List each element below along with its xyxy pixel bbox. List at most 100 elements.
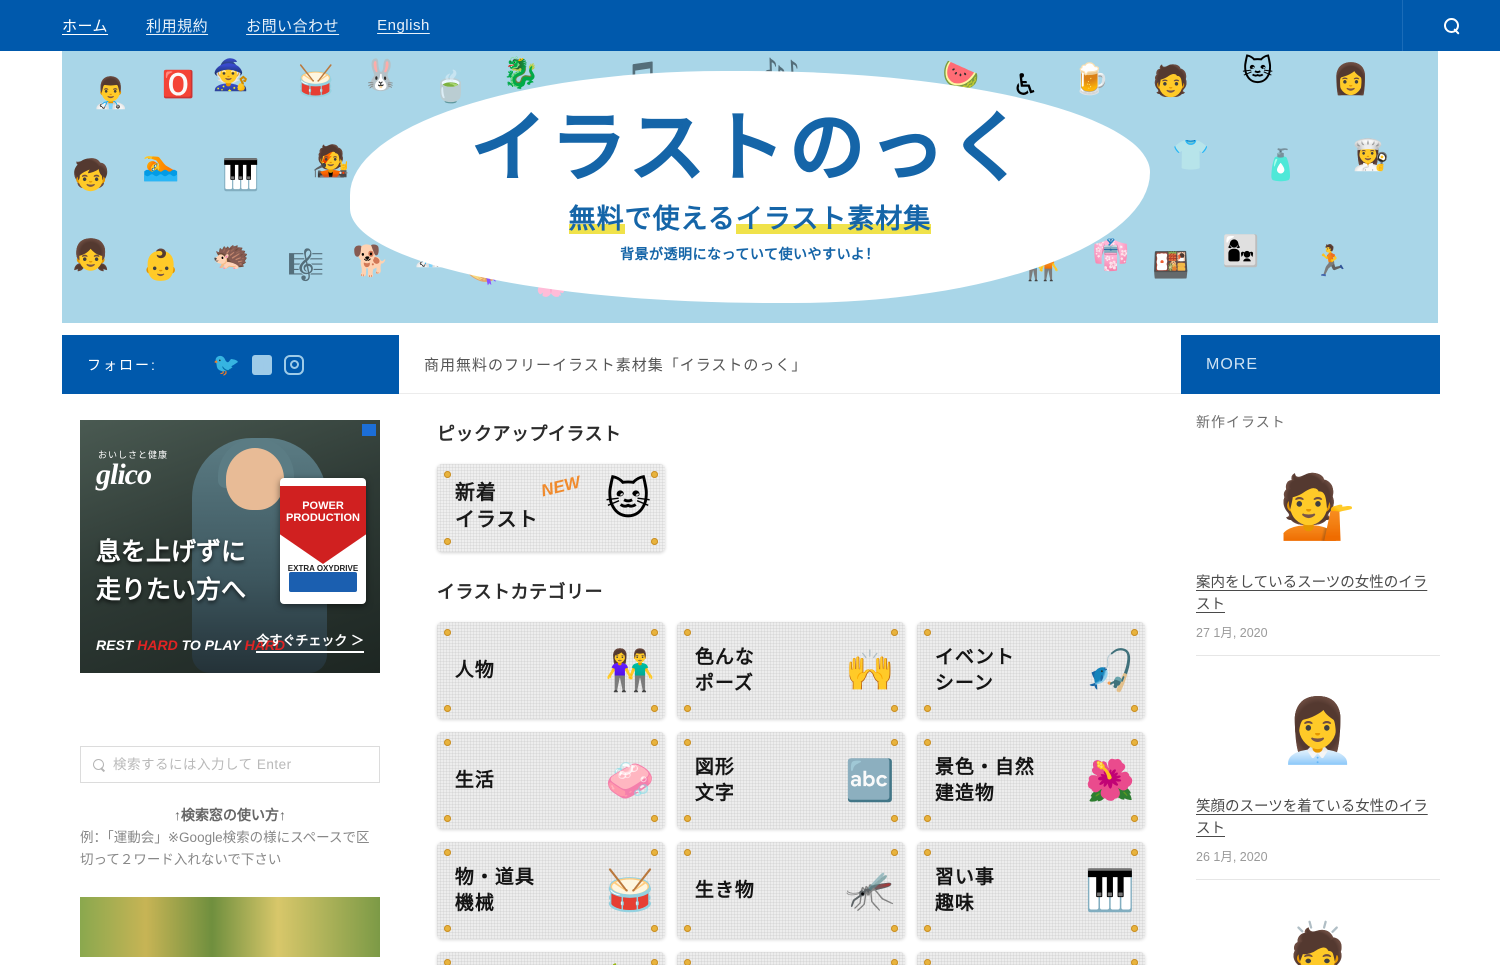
site-tagline: 商用無料のフリーイラスト素材集「イラストのっく」 bbox=[424, 356, 808, 374]
hero-subtitle-bold: イラスト素材集 bbox=[735, 203, 932, 234]
category-card-hobbies[interactable]: 習い事 趣味 🎹 bbox=[917, 842, 1145, 939]
category-label: 生き物 bbox=[695, 879, 756, 901]
search-box[interactable] bbox=[80, 746, 380, 783]
ad-cta-link[interactable]: 今すぐチェック ＞ bbox=[256, 630, 364, 653]
category-art-icon: 🌺 bbox=[1085, 758, 1135, 803]
pin-icon bbox=[1131, 925, 1138, 932]
pin-icon bbox=[684, 739, 691, 746]
left-sidebar: おいしさと健康 glico POWER PRODUCTION EXTRA OXY… bbox=[80, 420, 380, 957]
pin-icon bbox=[651, 705, 658, 712]
pin-icon bbox=[444, 471, 451, 478]
pin-icon bbox=[444, 538, 451, 545]
ad-pouch-top bbox=[280, 486, 366, 564]
category-label: イベント シーン bbox=[935, 646, 1016, 694]
category-label: 景色・自然 建造物 bbox=[935, 756, 1036, 804]
list-item-date: 27 1月, 2020 bbox=[1196, 626, 1268, 640]
hero-banner[interactable]: 👨‍⚕️ 🅾️ 🧙 🥁 🐰 🍵 🐉 🎵 🎶 🍉 ♿ 🍺 🧑 🐱 👩 🧒 🏊 🎹 … bbox=[62, 51, 1438, 323]
ad-face bbox=[226, 448, 284, 510]
nav-search-button[interactable] bbox=[1402, 0, 1500, 51]
cat-mascot-icon: 🐱 bbox=[605, 475, 651, 524]
facebook-icon[interactable]: f bbox=[252, 353, 273, 375]
follow-label: フォロー: bbox=[87, 356, 157, 373]
list-item: 🙇 bbox=[1196, 880, 1440, 965]
ad-product-pouch: POWER PRODUCTION EXTRA OXYDRIVE bbox=[280, 478, 366, 604]
ad-slogan-b: HARD bbox=[137, 637, 178, 653]
top-navigation: ホーム 利用規約 お問い合わせ English bbox=[0, 0, 1500, 51]
pin-icon bbox=[651, 739, 658, 746]
category-card-people[interactable]: 人物 👫 bbox=[437, 622, 665, 719]
pickup-new-badge: NEW bbox=[539, 472, 583, 501]
more-button[interactable]: MORE bbox=[1181, 335, 1440, 394]
twitter-icon[interactable]: 🐦 bbox=[213, 353, 240, 376]
search-icon bbox=[93, 758, 105, 771]
advertisement-banner[interactable]: おいしさと健康 glico POWER PRODUCTION EXTRA OXY… bbox=[80, 420, 380, 673]
illustration-thumbnail[interactable]: 💁 bbox=[1196, 454, 1440, 562]
pin-icon bbox=[891, 925, 898, 932]
category-art-icon: 🎹 bbox=[1085, 868, 1135, 913]
list-item-title[interactable]: 案内をしているスーツの女性のイラスト bbox=[1196, 572, 1440, 616]
list-item: 👩‍💼 笑顔のスーツを着ている女性のイラスト 26 1月, 2020 bbox=[1196, 656, 1440, 880]
ad-headline-2: 走りたい方へ bbox=[96, 576, 247, 604]
pin-icon bbox=[1131, 629, 1138, 636]
category-card-shapes-letters[interactable]: 図形 文字 🔤 bbox=[677, 732, 905, 829]
pin-icon bbox=[651, 849, 658, 856]
pin-icon bbox=[891, 815, 898, 822]
pin-icon bbox=[924, 705, 931, 712]
more-label: MORE bbox=[1206, 355, 1258, 373]
pin-icon bbox=[1131, 815, 1138, 822]
pickup-card-new-illustrations[interactable]: 新着 イラスト NEW 🐱 bbox=[437, 464, 665, 552]
ad-slogan-a: REST bbox=[96, 637, 138, 653]
hero-content: イラストのっく 無料で使えるイラスト素材集 背景が透明になっていて使いやすいよ！ bbox=[62, 51, 1438, 323]
pin-icon bbox=[444, 815, 451, 822]
category-art-icon: 🦟 bbox=[845, 868, 895, 913]
category-card-row4-2[interactable]: 🖼 bbox=[677, 952, 905, 965]
sidebar-photo-banner[interactable] bbox=[80, 897, 380, 957]
category-grid: 人物 👫 色んな ポーズ 🙌 イベント シーン 🎣 生活 🧼 図形 文字 🔤 景… bbox=[437, 622, 1149, 965]
pin-icon bbox=[891, 705, 898, 712]
search-input[interactable] bbox=[113, 757, 367, 772]
category-label: 人物 bbox=[455, 659, 496, 681]
pin-icon bbox=[684, 815, 691, 822]
category-label: 色んな ポーズ bbox=[695, 646, 756, 694]
follow-bar: フォロー: 🐦 f bbox=[62, 335, 399, 394]
illustration-thumbnail[interactable]: 🙇 bbox=[1196, 902, 1440, 965]
category-card-row4-3[interactable]: 🦋 bbox=[917, 952, 1145, 965]
pin-icon bbox=[891, 629, 898, 636]
illustration-thumbnail[interactable]: 👩‍💼 bbox=[1196, 678, 1440, 786]
page-root: ホーム 利用規約 お問い合わせ English 👨‍⚕️ 🅾️ 🧙 🥁 🐰 🍵 … bbox=[0, 0, 1500, 965]
category-card-life[interactable]: 生活 🧼 bbox=[437, 732, 665, 829]
right-sidebar: 新作イラスト 💁 案内をしているスーツの女性のイラスト 27 1月, 2020 … bbox=[1196, 412, 1440, 965]
instagram-icon[interactable] bbox=[284, 354, 305, 375]
pin-icon bbox=[651, 471, 658, 478]
pin-icon bbox=[1131, 739, 1138, 746]
category-label: 習い事 趣味 bbox=[935, 866, 996, 914]
category-art-icon: 👫 bbox=[605, 648, 655, 693]
sidebar-search: ↑検索窓の使い方↑ 例：「運動会」※Google検索の様にスペースで区切って２ワ… bbox=[80, 746, 380, 957]
ad-choices-icon[interactable] bbox=[362, 424, 376, 436]
category-card-poses[interactable]: 色んな ポーズ 🙌 bbox=[677, 622, 905, 719]
main-content: ピックアップイラスト 新着 イラスト NEW 🐱 イラストカテゴリー 人物 👫 色… bbox=[437, 420, 1149, 965]
search-icon bbox=[1444, 18, 1459, 33]
pin-icon bbox=[444, 959, 451, 965]
category-heading: イラストカテゴリー bbox=[437, 582, 604, 602]
pin-icon bbox=[684, 849, 691, 856]
pickup-heading: ピックアップイラスト bbox=[437, 424, 622, 444]
pin-icon bbox=[924, 925, 931, 932]
search-hint-body: 例：「運動会」※Google検索の様にスペースで区切って２ワード入れないで下さい bbox=[80, 830, 370, 867]
social-links: 🐦 f bbox=[213, 353, 305, 376]
category-card-events[interactable]: イベント シーン 🎣 bbox=[917, 622, 1145, 719]
pin-icon bbox=[651, 629, 658, 636]
category-card-row4-1[interactable]: 🍓 bbox=[437, 952, 665, 965]
category-card-objects-tools[interactable]: 物・道具 機械 🥁 bbox=[437, 842, 665, 939]
pin-icon bbox=[444, 739, 451, 746]
pin-icon bbox=[924, 739, 931, 746]
category-card-scenery-nature[interactable]: 景色・自然 建造物 🌺 bbox=[917, 732, 1145, 829]
nav-link-english[interactable]: English bbox=[377, 17, 430, 34]
list-item-title[interactable]: 笑顔のスーツを着ている女性のイラスト bbox=[1196, 796, 1440, 840]
category-label: 図形 文字 bbox=[695, 756, 736, 804]
nav-link-home[interactable]: ホーム bbox=[62, 15, 108, 36]
pin-icon bbox=[924, 815, 931, 822]
nav-link-contact[interactable]: お問い合わせ bbox=[246, 15, 339, 36]
category-card-creatures[interactable]: 生き物 🦟 bbox=[677, 842, 905, 939]
nav-link-terms[interactable]: 利用規約 bbox=[146, 15, 208, 36]
